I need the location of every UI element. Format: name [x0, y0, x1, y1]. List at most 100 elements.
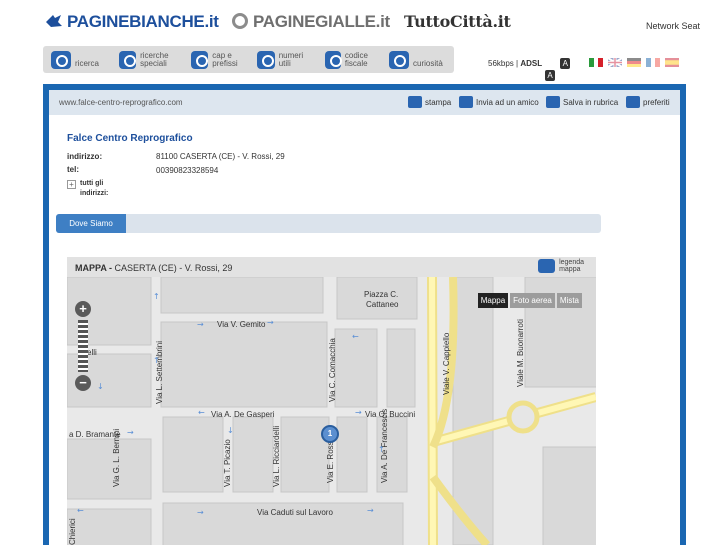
paginegialle-label: PAGINEGIALLE.it	[253, 12, 390, 31]
content-panel: www.falce-centro-reprografico.com stampa…	[49, 90, 680, 545]
french-flag-icon[interactable]	[646, 58, 660, 67]
street-label-buonarroti: Viale M. Buonarroti	[516, 319, 525, 387]
street-label-chierici: Chierici	[68, 518, 77, 545]
svg-text:↓: ↓	[97, 382, 104, 391]
street-label-caduti: Via Caduti sul Lavoro	[257, 508, 333, 517]
phone-label: tel:	[67, 165, 79, 174]
map-title: MAPPA - CASERTA (CE) - V. Rossi, 29	[75, 263, 232, 273]
legend-icon	[538, 259, 556, 273]
zoom-control: + −	[75, 301, 91, 397]
svg-text:→: →	[367, 506, 374, 515]
street-label-ricciardelli: Via L. Ricciardelli	[272, 426, 281, 487]
business-name: Falce Centro Reprografico	[67, 133, 193, 144]
id-card-icon	[325, 50, 342, 69]
nav-item-curiosita[interactable]: curiosità	[389, 46, 443, 73]
star-icon	[626, 96, 640, 108]
nav-item-codice-fiscale[interactable]: codice fiscale	[325, 46, 383, 73]
spanish-flag-icon[interactable]	[665, 58, 679, 67]
url-bar: www.falce-centro-reprografico.com stampa…	[49, 90, 680, 115]
tuttocitta-logo[interactable]: TuttoCittà.it	[404, 12, 511, 31]
map-canvas[interactable]: Via V. Gemito Piazza C. Cattaneo Via A. …	[67, 277, 596, 545]
puzzle-icon	[119, 50, 137, 69]
legend-label: legenda	[559, 259, 584, 266]
street-label-buccini: Via O. Buccini	[365, 410, 415, 419]
german-flag-icon[interactable]	[627, 58, 641, 67]
globe-icon	[191, 50, 209, 69]
location-marker[interactable]: 1	[321, 425, 339, 443]
font-size-large-button[interactable]: A	[545, 70, 555, 81]
favorites-label: preferiti	[643, 97, 670, 107]
tuttocitta-label: TuttoCittà.it	[404, 12, 511, 31]
send-to-friend-button[interactable]: Invia ad un amico	[459, 96, 539, 108]
nav-label: cap e prefissi	[212, 50, 238, 68]
nav-label: ricerca	[75, 58, 100, 68]
svg-text:→: →	[267, 318, 274, 327]
paginebianche-mark-icon	[46, 15, 62, 27]
paginegialle-mark-icon	[232, 13, 248, 29]
map-type-foto-aerea[interactable]: Foto aerea	[510, 293, 555, 308]
street-label-rossi: Via E. Rossi	[326, 439, 335, 483]
zoom-in-button[interactable]: +	[75, 301, 91, 317]
nav-item-ricerca[interactable]: ricerca	[51, 46, 99, 73]
nav-item-numeri-utili[interactable]: numeri utili	[257, 46, 313, 73]
nav-item-cap-prefissi[interactable]: cap e prefissi	[191, 46, 253, 73]
connection-info: 56kbps | ADSL A	[488, 58, 571, 69]
svg-text:↑: ↑	[153, 356, 160, 365]
nav-label: ricerche speciali	[140, 50, 169, 68]
svg-text:←: ←	[77, 506, 84, 515]
phone-value: 00390823328594	[156, 166, 219, 175]
nav-label: codice fiscale	[344, 50, 368, 68]
phone-icon	[257, 50, 275, 69]
all-addresses-label: tutti gli	[80, 180, 104, 187]
svg-text:→: →	[355, 408, 362, 417]
save-contact-button[interactable]: Salva in rubrica	[546, 96, 618, 108]
svg-text:↑: ↑	[378, 445, 385, 454]
street-label-gasperi: Via A. De Gasperi	[211, 410, 275, 419]
map-type-switch: Mappa Foto aerea Mista	[477, 293, 582, 308]
italian-flag-icon[interactable]	[589, 58, 603, 67]
svg-text:↑: ↑	[153, 292, 160, 301]
save-label: Salva in rubrica	[563, 97, 619, 107]
zoom-slider[interactable]	[78, 320, 88, 372]
spiral-icon	[389, 50, 409, 69]
printer-icon	[408, 96, 422, 108]
map-legend-button[interactable]: legenda mappa	[538, 259, 584, 273]
adsl-label[interactable]: ADSL	[520, 59, 542, 68]
paginegialle-logo[interactable]: PAGINEGIALLE.it	[232, 12, 390, 32]
map-type-mista[interactable]: Mista	[556, 293, 582, 308]
envelope-icon	[459, 96, 473, 108]
expand-addresses-toggle[interactable]: +	[67, 180, 76, 189]
address-book-icon	[546, 96, 560, 108]
street-label-comacchia: Via C. Comacchia	[328, 338, 337, 402]
search-icon	[51, 50, 71, 69]
tab-dove-siamo[interactable]: Dove Siamo	[56, 214, 126, 233]
content-frame: www.falce-centro-reprografico.com stampa…	[43, 84, 686, 545]
font-size-small-button[interactable]: A	[560, 58, 571, 69]
send-label: Invia ad un amico	[476, 97, 539, 107]
street-label-gemito: Via V. Gemito	[217, 320, 266, 329]
svg-text:→: →	[197, 508, 204, 517]
map-view[interactable]: Via V. Gemito Piazza C. Cattaneo Via A. …	[67, 277, 596, 545]
network-seat-link[interactable]: Network Seat	[646, 21, 700, 31]
website-link[interactable]: www.falce-centro-reprografico.com	[59, 98, 183, 107]
street-label-bernini: Via G. L. Bernini	[112, 429, 121, 487]
english-flag-icon[interactable]	[608, 58, 622, 67]
nav-item-ricerche-speciali[interactable]: ricerche speciali	[119, 46, 189, 73]
map-type-mappa[interactable]: Mappa	[477, 293, 509, 308]
nav-label: numeri utili	[278, 50, 304, 68]
square-label-2: Cattaneo	[366, 300, 399, 309]
address-value: 81100 CASERTA (CE) - V. Rossi, 29	[156, 152, 285, 161]
zoom-out-button[interactable]: −	[75, 375, 91, 391]
svg-text:→: →	[197, 320, 204, 329]
address-label: indirizzo:	[67, 152, 103, 161]
svg-text:←: ←	[352, 332, 359, 341]
speed-label[interactable]: 56kbps	[488, 59, 514, 68]
print-button[interactable]: stampa	[408, 96, 451, 108]
language-flags	[589, 58, 679, 67]
map-title-label: MAPPA -	[75, 263, 112, 273]
nav-label: curiosità	[413, 58, 443, 68]
paginebianche-logo[interactable]: PAGINEBIANCHE.it	[45, 12, 219, 32]
svg-text:←: ←	[198, 408, 205, 417]
favorites-button[interactable]: preferiti	[626, 96, 670, 108]
svg-text:→: →	[127, 428, 134, 437]
